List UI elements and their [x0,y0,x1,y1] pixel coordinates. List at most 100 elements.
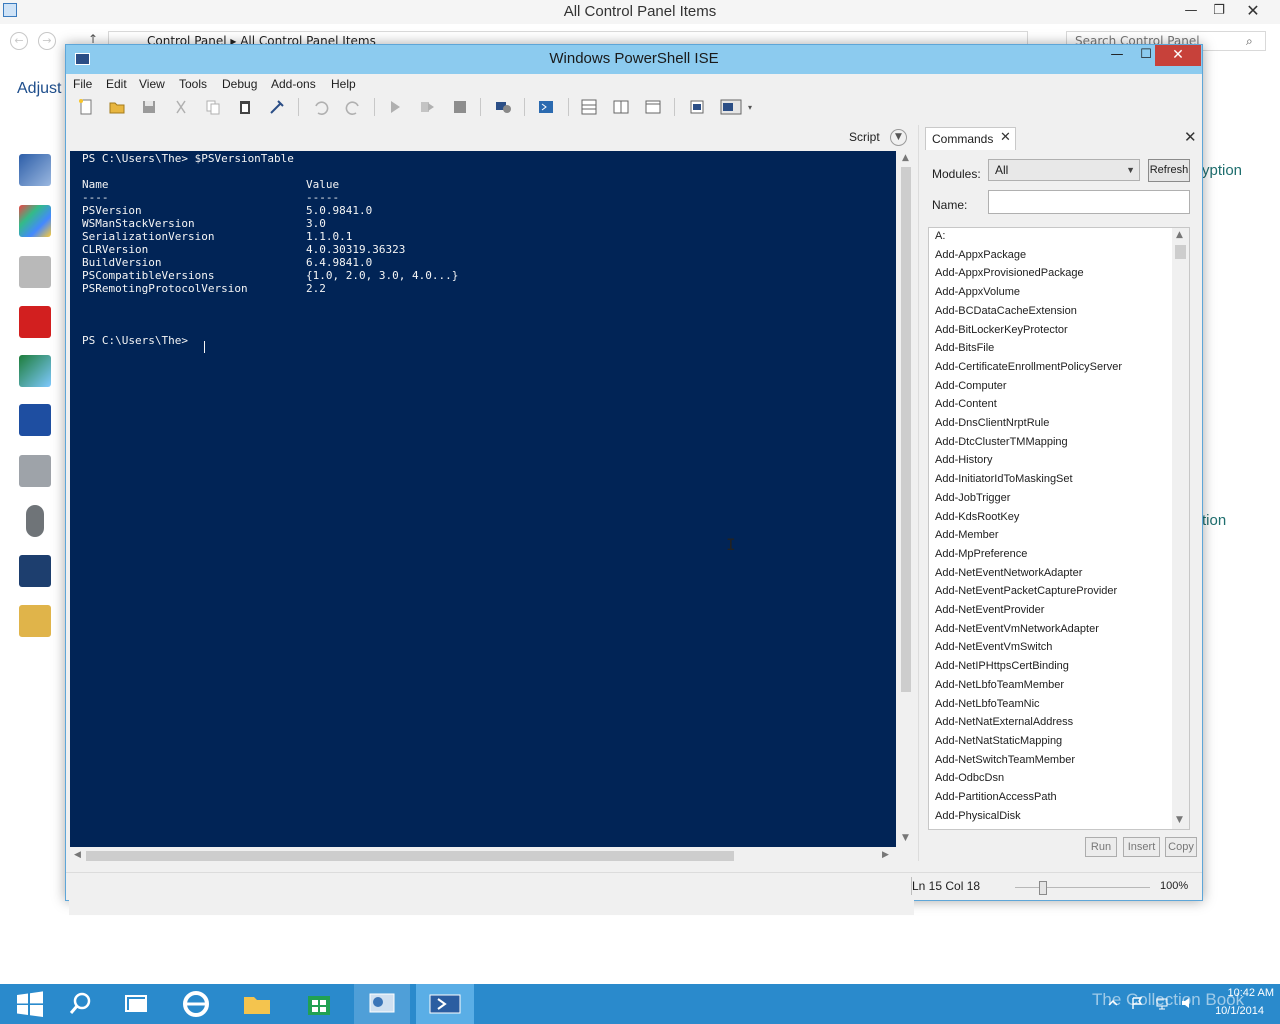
search-icon[interactable]: ⌕ [1246,34,1253,49]
command-list-item[interactable]: Add-JobTrigger [935,492,1010,504]
save-icon[interactable] [140,98,158,116]
command-list-item[interactable]: Add-AppxPackage [935,249,1026,261]
redo-icon[interactable] [344,98,362,116]
network-icon[interactable] [1155,996,1169,1010]
command-list-item[interactable]: Add-NetEventVmNetworkAdapter [935,623,1099,635]
command-list-item[interactable]: Add-KdsRootKey [935,511,1019,523]
command-list-item[interactable]: Add-NetEventProvider [935,604,1044,616]
printer-icon[interactable] [19,256,51,288]
command-list-item[interactable]: Add-NetIPHttpsCertBinding [935,660,1069,672]
start-icon[interactable] [0,984,60,1024]
new-file-icon[interactable] [77,98,95,116]
chevron-down-icon[interactable]: ▼ [890,129,907,146]
menu-view[interactable]: View [139,77,165,91]
task-view-icon[interactable] [108,984,164,1024]
command-list-item[interactable]: Add-Computer [935,380,1007,392]
layout-max-icon[interactable] [644,98,662,116]
menu-addons[interactable]: Add-ons [271,77,316,91]
zoom-slider-thumb[interactable] [1039,881,1047,895]
name-filter-input[interactable] [988,190,1190,214]
undo-icon[interactable] [312,98,330,116]
close-icon[interactable]: ✕ [1238,0,1268,22]
command-list-item[interactable]: Add-BitLockerKeyProtector [935,324,1068,336]
console-vertical-scrollbar[interactable]: ▲ ▼ [898,151,914,847]
command-list-item[interactable]: Add-NetLbfoTeamNic [935,698,1040,710]
command-list-item[interactable]: Add-NetEventVmSwitch [935,641,1052,653]
command-list-item[interactable]: Add-CertificateEnrollmentPolicyServer [935,361,1122,373]
layout-right-icon[interactable] [612,98,630,116]
flash-icon[interactable] [19,306,51,338]
network-icon[interactable] [19,355,51,387]
close-pane-icon[interactable]: ✕ [1184,128,1197,146]
file-explorer-icon[interactable] [228,984,286,1024]
paste-icon[interactable] [236,98,254,116]
command-list-item[interactable]: Add-BCDataCacheExtension [935,305,1077,317]
programs-icon[interactable] [19,404,51,436]
flag-icon[interactable] [19,154,51,186]
forward-icon[interactable]: → [38,32,56,50]
console-horizontal-scrollbar[interactable]: ◀ ▶ [70,847,896,864]
menu-tools[interactable]: Tools [179,77,207,91]
command-list-item[interactable]: Add-NetEventNetworkAdapter [935,567,1082,579]
remote-powershell-icon[interactable] [494,98,512,116]
tab-commands[interactable]: Commands ✕ [925,127,1016,150]
layout-top-icon[interactable] [580,98,598,116]
partial-item-label-1[interactable]: yption [1202,162,1242,179]
command-list-item[interactable]: Add-PhysicalDisk [935,810,1021,822]
minimize-icon[interactable]: — [1103,45,1131,67]
internet-explorer-icon[interactable] [166,984,224,1024]
insert-button[interactable]: Insert [1123,837,1160,857]
scrollbar-thumb[interactable] [901,167,911,692]
clear-console-icon[interactable] [268,98,286,116]
menu-debug[interactable]: Debug [222,77,257,91]
store-icon[interactable] [290,984,348,1024]
command-list-item[interactable]: Add-MpPreference [935,548,1027,560]
cut-icon[interactable] [172,98,190,116]
command-list-item[interactable]: Add-NetEventPacketCaptureProvider [935,585,1117,597]
folder-icon[interactable] [19,605,51,637]
modules-dropdown[interactable]: All ▼ [988,159,1140,181]
run-selection-icon[interactable] [418,98,436,116]
scroll-down-icon[interactable]: ▼ [902,833,909,843]
command-list-item[interactable]: Add-OdbcDsn [935,772,1004,784]
powershell-taskbar-icon[interactable] [416,984,474,1024]
toolbar-overflow-icon[interactable]: ▾ [748,103,752,112]
copy-button[interactable]: Copy [1165,837,1197,857]
command-list-item[interactable]: Add-Member [935,529,999,541]
close-button[interactable]: ✕ [1155,45,1201,66]
menu-help[interactable]: Help [331,77,356,91]
minimize-icon[interactable]: — [1176,0,1206,22]
stop-icon[interactable] [451,98,469,116]
restore-icon[interactable]: ❐ [1204,0,1234,22]
command-list-item[interactable]: Add-NetNatExternalAddress [935,716,1073,728]
search-icon[interactable] [52,984,108,1024]
back-icon[interactable]: ← [10,32,28,50]
colors-icon[interactable] [19,205,51,237]
command-list-item[interactable]: Add-DnsClientNrptRule [935,417,1049,429]
control-panel-taskbar-icon[interactable] [354,984,410,1024]
command-list-item[interactable]: Add-InitiatorIdToMaskingSet [935,473,1073,485]
menu-file[interactable]: File [73,77,92,91]
partial-item-label-2[interactable]: tion [1202,512,1226,529]
command-list-item[interactable]: Add-PartitionAccessPath [935,791,1057,803]
copy-icon[interactable] [204,98,222,116]
command-list-item[interactable]: Add-AppxProvisionedPackage [935,267,1084,279]
scroll-up-icon[interactable]: ▲ [902,153,909,163]
show-script-pane-icon[interactable] [688,98,706,116]
open-folder-icon[interactable] [108,98,126,116]
clock-time[interactable]: 10:42 AM [1210,987,1274,999]
close-tab-icon[interactable]: ✕ [1000,130,1011,145]
scroll-down-icon[interactable]: ▼ [1176,815,1183,825]
command-list-item[interactable]: Add-NetNatStaticMapping [935,735,1062,747]
zoom-slider[interactable] [1015,887,1150,888]
command-list-item[interactable]: Add-History [935,454,992,466]
taskbar-settings-icon[interactable] [19,555,51,587]
recovery-icon[interactable] [19,455,51,487]
command-list[interactable]: A: Add-AppxPackage Add-AppxProvisionedPack… [928,227,1190,830]
menu-edit[interactable]: Edit [106,77,127,91]
show-commands-icon[interactable] [720,98,742,116]
command-list-item[interactable]: Add-NetLbfoTeamMember [935,679,1064,691]
command-list-item[interactable]: Add-Content [935,398,997,410]
powershell-console-icon[interactable] [537,98,555,116]
script-label[interactable]: Script [849,130,880,144]
